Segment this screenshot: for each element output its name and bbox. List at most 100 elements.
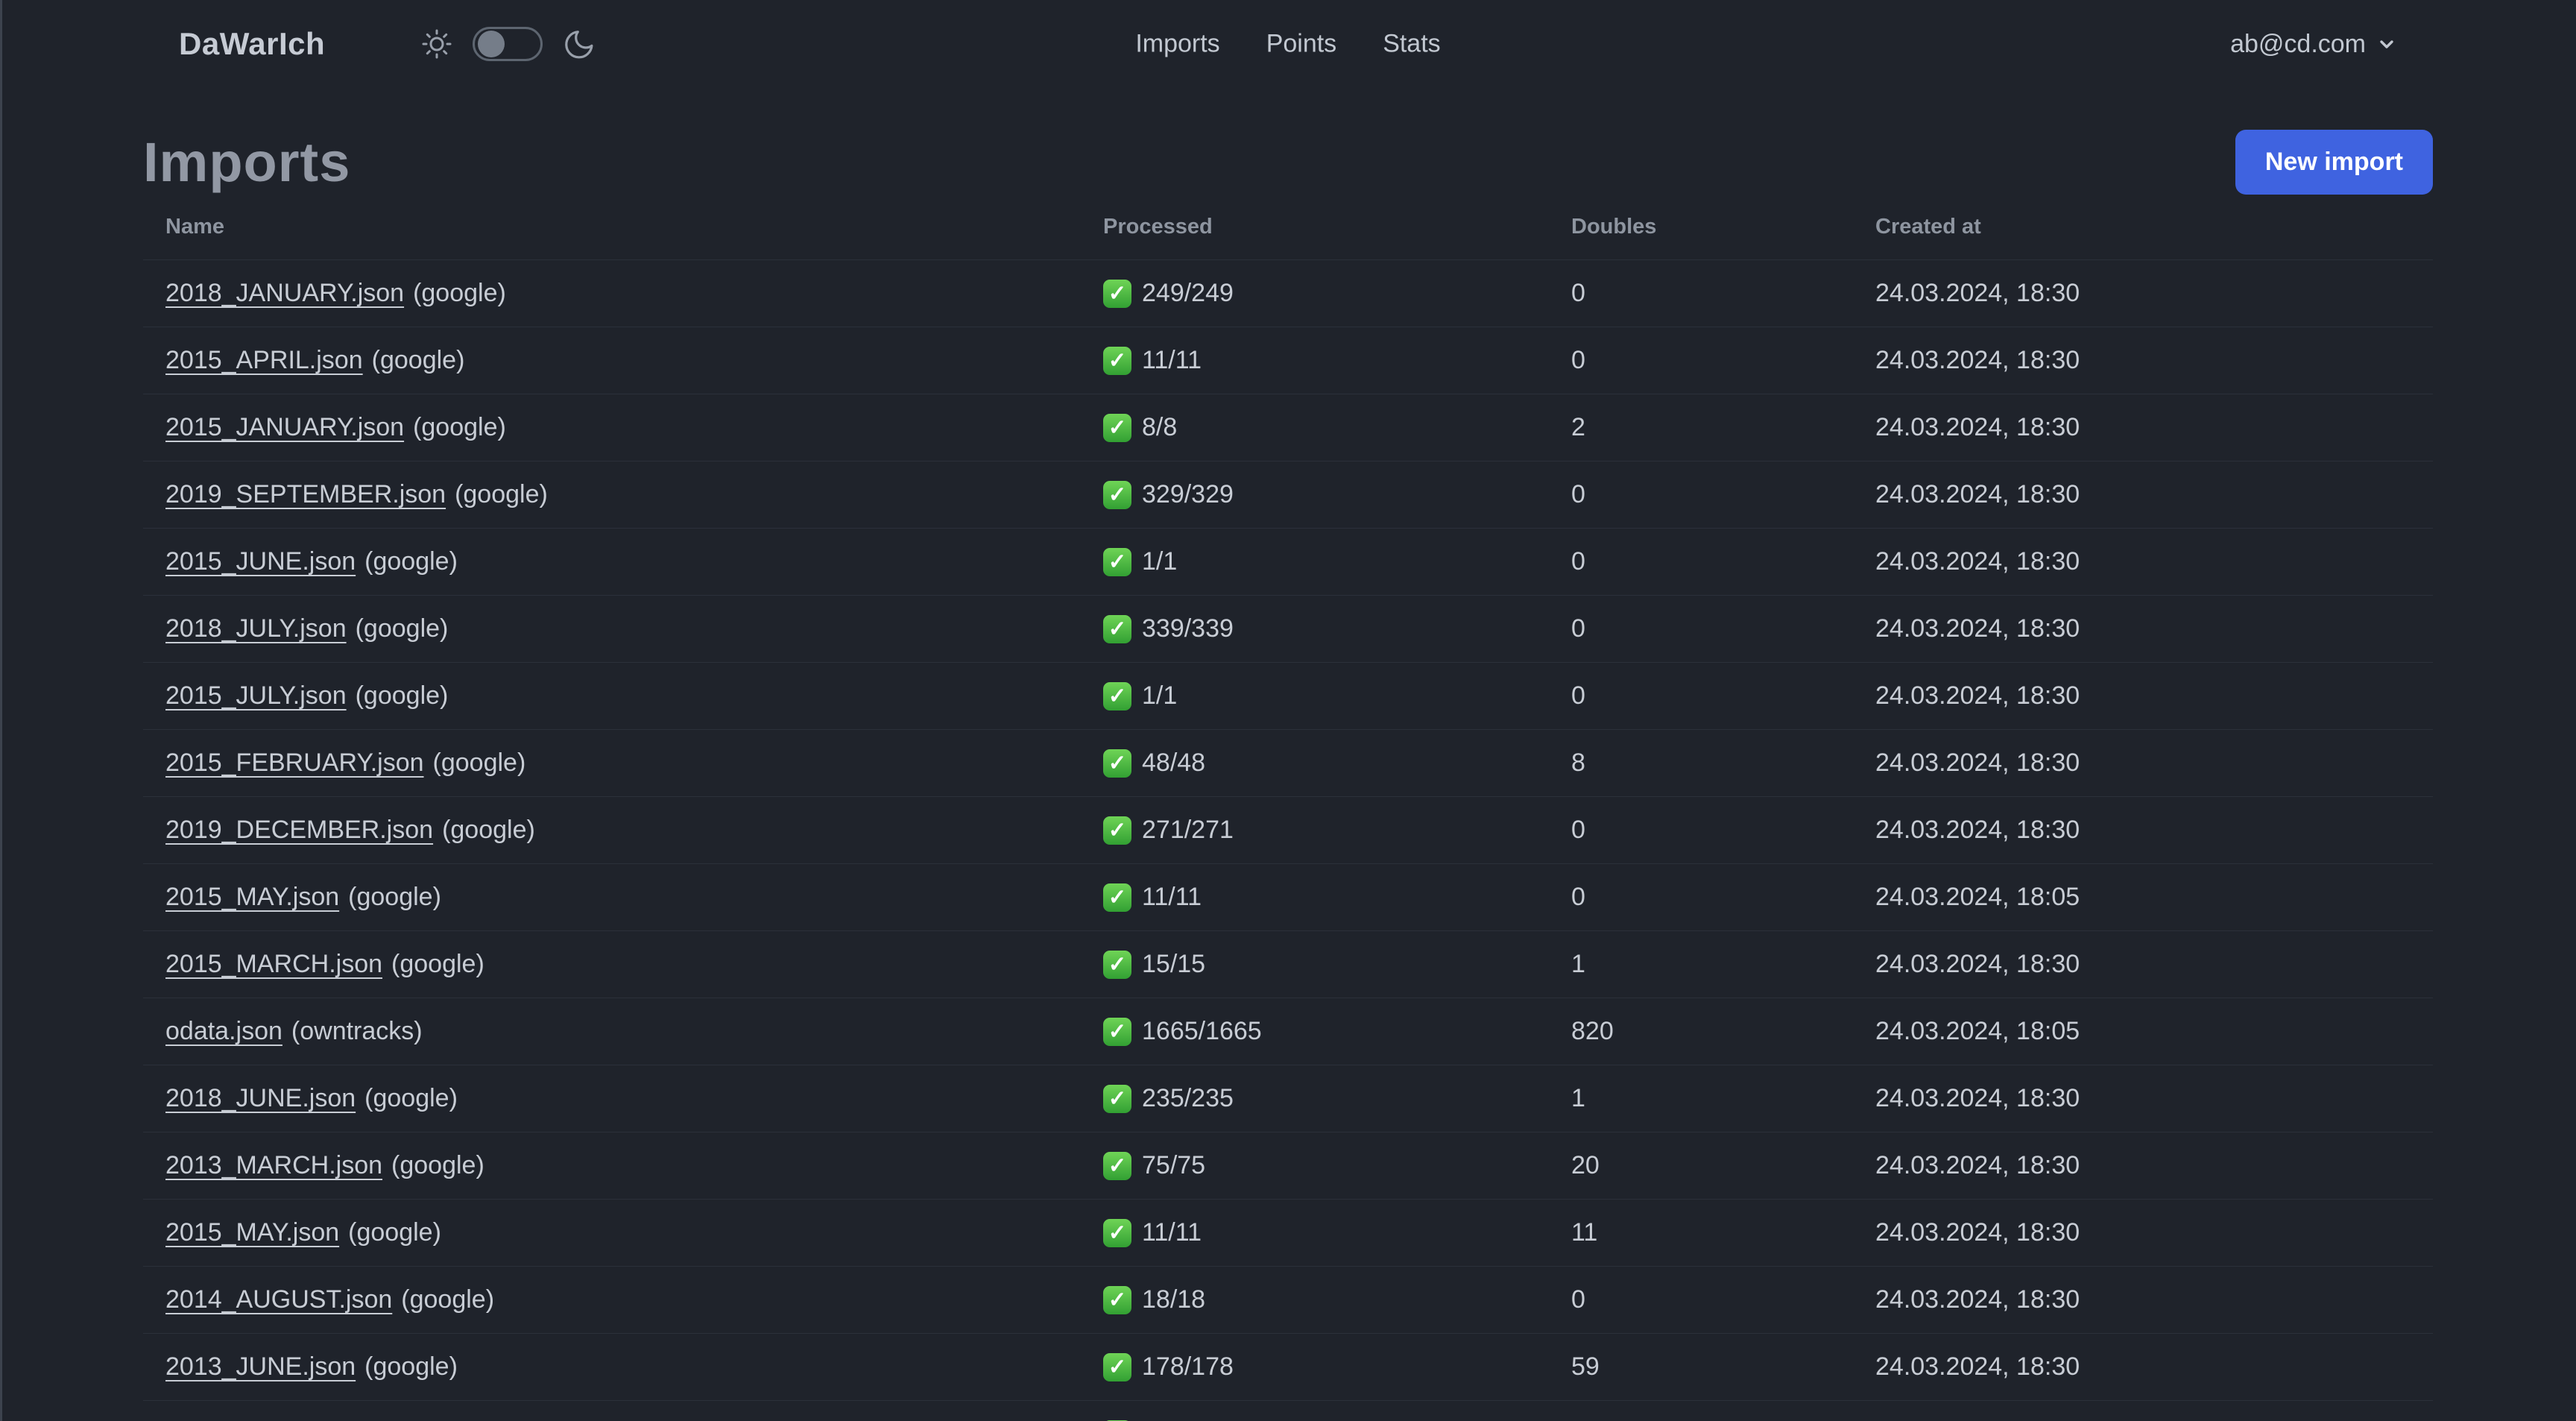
cell-processed: ✓ 339/339	[1103, 614, 1571, 643]
cell-processed: ✓ 1/1	[1103, 547, 1571, 576]
table-row: odata.json (owntracks) ✓ 1665/1665 820 24.03.…	[143, 998, 2433, 1065]
processed-value: 75/75	[1142, 1151, 1206, 1179]
table-row: 2019_SEPTEMBER.json (google) ✓ 329/329 0 24.0…	[143, 461, 2433, 529]
import-source-label: (google)	[364, 1352, 458, 1381]
cell-created-at: 24.03.2024, 18:30	[1875, 1285, 2080, 1314]
cell-created-at: 24.03.2024, 18:30	[1875, 614, 2080, 643]
processed-value: 15/15	[1142, 950, 1206, 978]
cell-name: odata.json (owntracks)	[165, 1017, 1103, 1046]
import-file-link[interactable]: 2019_SEPTEMBER.json	[165, 480, 446, 508]
cell-created-at: 24.03.2024, 18:30	[1875, 547, 2080, 576]
cell-name: 2015_MAY.json (google)	[165, 1218, 1103, 1247]
new-import-button[interactable]: New import	[2235, 130, 2433, 195]
import-file-link[interactable]: 2015_JULY.json	[165, 681, 347, 710]
column-header-name: Name	[165, 215, 224, 239]
processed-value: 1/1	[1142, 681, 1178, 710]
nav-link-points[interactable]: Points	[1266, 30, 1337, 59]
import-file-link[interactable]: 2015_APRIL.json	[165, 346, 363, 374]
cell-doubles: 820	[1571, 1017, 1614, 1045]
cell-name: 2015_JULY.json (google)	[165, 681, 1103, 710]
import-file-link[interactable]: 2015_FEBRUARY.json	[165, 749, 424, 777]
cell-name: 2015_FEBRUARY.json (google)	[165, 749, 1103, 778]
import-file-link[interactable]: 2014_AUGUST.json	[165, 1285, 392, 1314]
check-icon: ✓	[1103, 279, 1131, 308]
cell-doubles: 2	[1571, 413, 1585, 441]
check-icon: ✓	[1103, 346, 1131, 375]
cell-doubles: 59	[1571, 1352, 1600, 1381]
cell-processed: ✓ 48/48	[1103, 749, 1571, 778]
cell-processed: ✓ 1665/1665	[1103, 1017, 1571, 1046]
table-row: 2013_JUNE.json (google) ✓ 178/178 59 24.03.20…	[143, 1334, 2433, 1401]
cell-created-at: 24.03.2024, 18:30	[1875, 681, 2080, 710]
import-file-link[interactable]: 2013_JUNE.json	[165, 1352, 356, 1381]
import-file-link[interactable]: 2018_JULY.json	[165, 614, 347, 643]
account-menu[interactable]: ab@cd.com	[2230, 30, 2397, 59]
column-header-doubles: Doubles	[1571, 215, 1657, 239]
nav-link-stats[interactable]: Stats	[1383, 30, 1440, 59]
import-file-link[interactable]: 2019_DECEMBER.json	[165, 816, 433, 844]
import-file-link[interactable]: 2015_JUNE.json	[165, 547, 356, 576]
table-row: 2018_JULY.json (google) ✓ 339/339 0 24.03.202…	[143, 596, 2433, 663]
processed-value: 235/235	[1142, 1084, 1234, 1112]
import-source-label: (google)	[348, 1218, 441, 1247]
cell-processed: ✓ 18/18	[1103, 1285, 1571, 1314]
import-file-link[interactable]: 2018_JUNE.json	[165, 1084, 356, 1112]
main-nav: Imports Points Stats	[1135, 30, 1440, 59]
table-row: 2015_JUNE.json (google) ✓ 1/1 0 24.03.2024, 1…	[143, 529, 2433, 596]
cell-doubles: 0	[1571, 816, 1585, 844]
cell-doubles: 0	[1571, 279, 1585, 307]
account-email: ab@cd.com	[2230, 29, 2366, 58]
cell-name: 2014_AUGUST.json (google)	[165, 1285, 1103, 1314]
import-file-link[interactable]: 2015_MAY.json	[165, 883, 339, 911]
table-row: 2015_FEBRUARY.json (google) ✓ 48/48 8 24.03.2…	[143, 730, 2433, 797]
check-icon: ✓	[1103, 614, 1131, 643]
import-source-label: (google)	[391, 1151, 484, 1179]
cell-processed: ✓ 8/8	[1103, 413, 1571, 442]
cell-processed: ✓ 11/11	[1103, 346, 1571, 375]
cell-doubles: 0	[1571, 547, 1585, 576]
cell-processed: ✓ 15/15	[1103, 950, 1571, 979]
table-row: 2018_JANUARY.json (google) ✓ 249/249 0 24.03.…	[143, 260, 2433, 327]
cell-doubles: 0	[1571, 480, 1585, 508]
table-row: 2015_JULY.json (google) ✓ 1/1 0 24.03.2024, 1…	[143, 663, 2433, 730]
cell-processed: ✓ 329/329	[1103, 480, 1571, 509]
table-row: 2015_MARCH.json (google) ✓ 15/15 1 24.03.2024…	[143, 931, 2433, 998]
processed-value: 11/11	[1142, 346, 1202, 374]
cell-created-at: 24.03.2024, 18:30	[1875, 1218, 2080, 1247]
import-file-link[interactable]: odata.json	[165, 1017, 282, 1045]
processed-value: 249/249	[1142, 279, 1234, 307]
cell-name: 2013_JUNE.json (google)	[165, 1352, 1103, 1381]
import-source-label: (google)	[442, 816, 535, 844]
cell-doubles: 1	[1571, 950, 1585, 978]
processed-value: 1665/1665	[1142, 1017, 1262, 1045]
nav-link-imports[interactable]: Imports	[1135, 30, 1219, 59]
check-icon: ✓	[1103, 413, 1131, 442]
cell-processed: ✓ 271/271	[1103, 816, 1571, 845]
check-icon: ✓	[1103, 883, 1131, 912]
cell-doubles: 0	[1571, 614, 1585, 643]
import-file-link[interactable]: 2013_MARCH.json	[165, 1151, 382, 1179]
processed-value: 18/18	[1142, 1285, 1206, 1314]
processed-value: 271/271	[1142, 816, 1234, 844]
cell-processed: ✓ 249/249	[1103, 279, 1571, 308]
import-file-link[interactable]: 2018_JANUARY.json	[165, 279, 404, 307]
theme-toggle[interactable]	[473, 27, 543, 61]
import-file-link[interactable]: 2015_MARCH.json	[165, 950, 382, 978]
check-icon: ✓	[1103, 681, 1131, 710]
import-file-link[interactable]: 2015_MAY.json	[165, 1218, 339, 1247]
import-file-link[interactable]: 2015_JANUARY.json	[165, 413, 404, 441]
column-header-processed: Processed	[1103, 215, 1213, 239]
cell-name: 2019_DECEMBER.json (google)	[165, 816, 1103, 845]
cell-doubles: 0	[1571, 681, 1585, 710]
cell-doubles: 11	[1571, 1218, 1598, 1247]
cell-created-at: 24.03.2024, 18:05	[1875, 1017, 2080, 1045]
app-logo[interactable]: DaWarIch	[179, 26, 325, 62]
cell-processed: ✓ 178/178	[1103, 1352, 1571, 1381]
processed-value: 48/48	[1142, 749, 1206, 777]
cell-doubles: 0	[1571, 883, 1585, 911]
processed-value: 11/11	[1142, 1218, 1202, 1247]
import-source-label: (google)	[401, 1285, 495, 1314]
import-source-label: (google)	[355, 614, 449, 643]
processed-value: 329/329	[1142, 480, 1234, 508]
import-source-label: (google)	[348, 883, 441, 911]
